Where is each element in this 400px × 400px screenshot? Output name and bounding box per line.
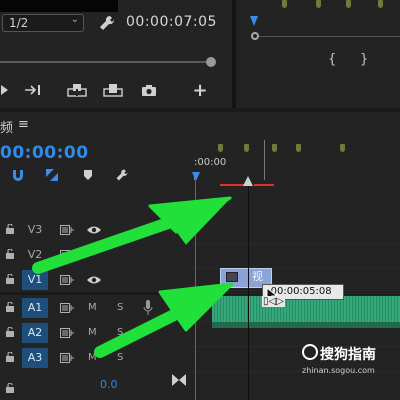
sync-lock-icon[interactable] xyxy=(60,275,74,285)
track-name[interactable]: V2 xyxy=(22,245,48,265)
track-name[interactable]: A1 xyxy=(22,298,48,318)
program-scrub-bar[interactable] xyxy=(258,36,400,37)
mark-out-icon[interactable]: } xyxy=(360,52,368,67)
program-marker[interactable] xyxy=(282,0,287,8)
program-marker[interactable] xyxy=(378,0,383,8)
overwrite-icon[interactable] xyxy=(102,80,124,100)
video-clip-label: 视 xyxy=(252,270,263,283)
timeline-marker[interactable] xyxy=(272,144,277,152)
render-bar xyxy=(220,184,244,186)
track-name[interactable]: V1 xyxy=(22,270,48,290)
mark-in-icon[interactable]: { xyxy=(328,52,336,67)
plus-icon[interactable]: + xyxy=(192,80,208,101)
solo-button[interactable]: S xyxy=(117,302,123,313)
timeline-marker[interactable] xyxy=(218,144,223,152)
audio-clip-lower[interactable] xyxy=(212,322,400,328)
track-name[interactable]: A3 xyxy=(22,348,48,368)
watermark-url: zhinan.sogou.com xyxy=(302,366,375,375)
panel-menu-icon[interactable]: ≡ xyxy=(18,117,29,132)
chevron-down-icon: ⌄ xyxy=(70,14,79,25)
source-video-frame xyxy=(0,0,118,12)
render-bar xyxy=(254,184,274,186)
mic-icon[interactable] xyxy=(143,300,153,316)
mute-button[interactable]: M xyxy=(88,302,97,313)
timeline-timecode[interactable]: 00:00:00 xyxy=(0,143,89,163)
track-header-v2[interactable]: V2 xyxy=(0,243,192,269)
program-monitor xyxy=(236,0,400,108)
program-playhead[interactable] xyxy=(250,16,258,26)
bowtie-icon[interactable] xyxy=(172,374,186,386)
timeline-marker[interactable] xyxy=(296,144,301,152)
lock-icon[interactable] xyxy=(6,352,14,362)
mute-button[interactable]: M xyxy=(88,352,97,363)
master-volume-value[interactable]: 0.0 xyxy=(100,378,118,391)
lock-icon[interactable] xyxy=(6,274,14,284)
lock-icon[interactable] xyxy=(6,378,14,393)
playhead[interactable] xyxy=(192,172,200,181)
track-name[interactable]: A2 xyxy=(22,323,48,343)
source-scrub-bar[interactable] xyxy=(0,61,208,63)
premiere-window: 1/2 ⌄ 00:00:07:05 + { } 频 ≡ 00:00:00:00… xyxy=(0,0,400,400)
watermark-logo xyxy=(302,344,318,360)
track-header-a1[interactable]: A1 M S xyxy=(0,296,192,322)
timeline-marker[interactable] xyxy=(340,144,345,152)
track-header-v3[interactable]: V3 xyxy=(0,218,192,244)
eye-icon[interactable] xyxy=(86,275,102,285)
solo-button[interactable]: S xyxy=(117,352,123,363)
insert-icon[interactable] xyxy=(66,80,88,100)
sync-lock-icon[interactable] xyxy=(60,328,74,338)
sync-lock-icon[interactable] xyxy=(60,250,74,260)
marker-icon[interactable] xyxy=(80,167,96,183)
source-scrub-handle[interactable] xyxy=(206,57,216,67)
ruler-start-time: :00:00 xyxy=(194,157,227,168)
track-name[interactable]: V3 xyxy=(22,220,48,240)
linked-selection-icon[interactable] xyxy=(44,167,60,183)
program-marker[interactable] xyxy=(316,0,321,8)
zoom-value: 1/2 xyxy=(9,16,29,30)
track-header-a3[interactable]: A3 M S xyxy=(0,346,192,372)
watermark-name: 搜狗指南 xyxy=(320,347,376,363)
solo-button[interactable]: S xyxy=(117,327,123,338)
sync-lock-icon[interactable] xyxy=(60,353,74,363)
wrench-icon[interactable] xyxy=(114,167,130,183)
wrench-icon[interactable] xyxy=(98,14,116,32)
magnet-icon[interactable] xyxy=(10,167,26,183)
camera-icon[interactable] xyxy=(140,80,158,100)
track-lane-v3[interactable] xyxy=(192,218,400,244)
zoom-dropdown[interactable]: 1/2 ⌄ xyxy=(2,14,84,32)
track-header-a2[interactable]: A2 M S xyxy=(0,321,192,347)
eye-icon[interactable] xyxy=(86,225,102,235)
track-lane-v2[interactable] xyxy=(192,243,400,269)
timeline-marker[interactable] xyxy=(244,144,249,152)
snap-indicator-icon: ▯◁▷ xyxy=(262,296,285,307)
track-header-v1[interactable]: V1 xyxy=(0,268,192,294)
fx-badge-icon xyxy=(226,272,238,282)
sync-lock-icon[interactable] xyxy=(60,225,74,235)
lock-icon[interactable] xyxy=(6,302,14,312)
program-marker[interactable] xyxy=(346,0,351,8)
play-icon[interactable] xyxy=(0,80,10,100)
edit-line xyxy=(248,186,249,400)
sync-lock-icon[interactable] xyxy=(60,303,74,313)
mute-button[interactable]: M xyxy=(88,327,97,338)
edit-point-marker[interactable] xyxy=(243,176,253,186)
lock-icon[interactable] xyxy=(6,327,14,337)
program-zoom-handle[interactable] xyxy=(251,32,259,40)
playhead-line xyxy=(195,180,196,400)
ruler-reference-line xyxy=(264,140,265,180)
source-timecode[interactable]: 00:00:07:05 xyxy=(126,14,217,30)
step-forward-icon[interactable] xyxy=(24,80,44,100)
timeline-tab[interactable]: 频 xyxy=(0,117,13,136)
lock-icon[interactable] xyxy=(6,249,14,259)
lock-icon[interactable] xyxy=(6,224,14,234)
